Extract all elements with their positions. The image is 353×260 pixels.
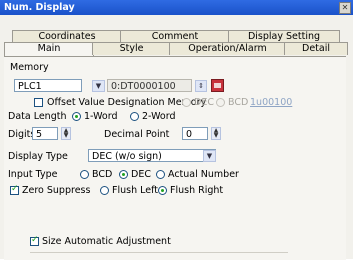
- offset-dec-radio[interactable]: [182, 98, 191, 107]
- size-auto-label: Size Automatic Adjustment: [42, 236, 171, 247]
- input-bcd-label: BCD: [92, 169, 113, 180]
- size-auto-checkbox[interactable]: [30, 235, 39, 246]
- zero-suppress-checkbox[interactable]: [10, 184, 19, 195]
- digits-input[interactable]: 5: [32, 127, 58, 140]
- display-type-value: DEC (w/o sign): [92, 151, 162, 162]
- display-type-label: Display Type: [8, 151, 68, 162]
- input-dec-label: DEC: [131, 169, 151, 180]
- address-spin-icon[interactable]: ⇕: [195, 80, 207, 92]
- tab-row-bottom: Main Style Operation/Alarm Detail: [4, 42, 348, 56]
- data-length-2word-label: 2-Word: [142, 111, 176, 122]
- window-title: Num. Display: [4, 2, 75, 13]
- data-length-1word-radio[interactable]: [72, 112, 81, 121]
- plc-select-value: PLC1: [18, 81, 42, 92]
- digits-value: 5: [36, 129, 43, 140]
- tab-detail[interactable]: Detail: [284, 42, 348, 55]
- input-dec-radio[interactable]: [119, 170, 128, 179]
- flush-left-radio[interactable]: [100, 186, 109, 195]
- offset-bcd-label: BCD: [228, 97, 249, 108]
- input-bcd-radio[interactable]: [80, 170, 89, 179]
- offset-checkbox[interactable]: [34, 98, 43, 107]
- display-type-select[interactable]: DEC (w/o sign): [88, 149, 216, 162]
- decimal-point-stepper-icon[interactable]: ▲ ▼: [211, 127, 221, 140]
- memory-label: Memory: [10, 62, 49, 73]
- offset-bcd-radio[interactable]: [216, 98, 225, 107]
- data-length-1word-label: 1-Word: [84, 111, 118, 122]
- chevron-down-icon[interactable]: ▼: [92, 80, 105, 92]
- memory-address-value: 0:DT0000100: [111, 81, 176, 92]
- device-book-icon[interactable]: [211, 79, 224, 92]
- memory-address-field[interactable]: 0:DT0000100: [107, 79, 192, 92]
- flush-left-label: Flush Left: [112, 185, 158, 196]
- decimal-point-label: Decimal Point: [104, 129, 170, 140]
- input-actual-number-label: Actual Number: [168, 169, 239, 180]
- title-bar: Num. Display ✕: [0, 0, 353, 15]
- divider: [30, 252, 288, 253]
- num-display-dialog: Num. Display ✕ Coordinates Comment Displ…: [0, 0, 353, 260]
- tab-operation-alarm[interactable]: Operation/Alarm: [169, 42, 286, 55]
- digits-stepper-icon[interactable]: ▲ ▼: [61, 127, 71, 140]
- offset-dec-label: DEC: [194, 97, 214, 108]
- decimal-point-input[interactable]: 0: [182, 127, 208, 140]
- input-type-label: Input Type: [8, 169, 58, 180]
- decimal-point-value: 0: [186, 129, 193, 140]
- flush-right-radio[interactable]: [158, 186, 167, 195]
- close-icon[interactable]: ✕: [339, 2, 351, 14]
- main-panel: Memory PLC1 ▼ 0:DT0000100 ⇕ Offset Value…: [4, 56, 346, 260]
- display-type-chevron-down-icon[interactable]: ▼: [203, 150, 216, 162]
- zero-suppress-label: Zero Suppress: [22, 185, 91, 196]
- plc-select[interactable]: PLC1: [14, 79, 82, 92]
- flush-right-label: Flush Right: [170, 185, 224, 196]
- data-length-label: Data Length: [8, 111, 67, 122]
- data-length-2word-radio[interactable]: [130, 112, 139, 121]
- tab-style[interactable]: Style: [92, 42, 171, 55]
- input-actual-number-radio[interactable]: [156, 170, 165, 179]
- tab-main[interactable]: Main: [4, 42, 94, 56]
- offset-memory-link[interactable]: 1u00100: [250, 97, 292, 108]
